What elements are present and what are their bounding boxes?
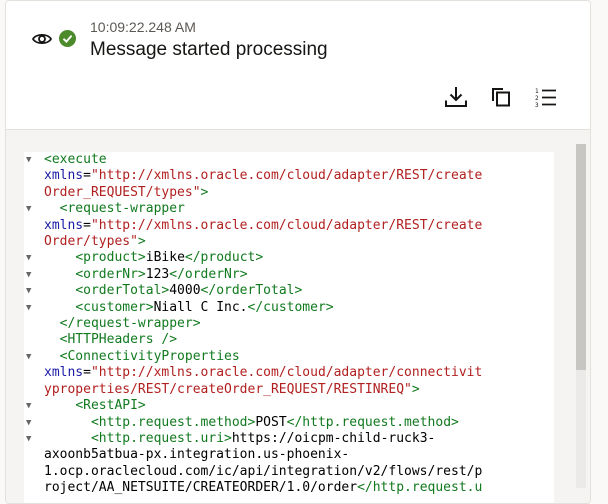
xml-payload-viewer[interactable]: ▼ <execute xmlns="http://xmlns.oracle.com/…: [24, 152, 554, 503]
code-line: ▼ <customer>Niall C Inc.</customer>: [26, 299, 334, 316]
fold-toggle-icon[interactable]: ▼: [26, 349, 36, 365]
fold-toggle-icon[interactable]: ▼: [26, 431, 36, 447]
download-icon[interactable]: [443, 85, 469, 109]
code-line: ▼ <http.request.method>POST</http.reques…: [26, 414, 459, 431]
code-line: ▼ <execute: [26, 152, 107, 168]
line-numbers-icon[interactable]: 1 2 3: [533, 85, 559, 109]
code-line: <HTTPHeaders />: [59, 332, 178, 348]
code-line: Order/types">: [44, 234, 146, 250]
fold-toggle-icon[interactable]: ▼: [26, 267, 36, 283]
code-line: ▼ <ConnectivityProperties: [26, 348, 240, 365]
code-line: ▼ <orderNr>123</orderNr>: [26, 266, 248, 283]
code-line: axoonb5atbua-px.integration.us-phoenix-: [44, 447, 350, 463]
payload-area: ▼ <execute xmlns="http://xmlns.oracle.com/…: [6, 130, 590, 503]
message-timestamp: 10:09:22.248 AM: [90, 19, 196, 35]
svg-text:2: 2: [535, 95, 539, 102]
code-line: ▼ <http.request.uri>https://oicpm-child-…: [26, 430, 436, 447]
copy-icon[interactable]: [488, 85, 514, 109]
code-line: ▼ <request-wrapper: [26, 201, 185, 217]
code-line: xmlns="http://xmlns.oracle.com/cloud/ada…: [44, 217, 483, 233]
fold-toggle-icon[interactable]: ▼: [26, 415, 36, 431]
fold-toggle-icon[interactable]: ▼: [26, 201, 36, 217]
svg-text:1: 1: [535, 88, 539, 95]
code-line: yproperties/REST/createOrder_REQUEST/RES…: [44, 381, 420, 397]
svg-text:3: 3: [535, 102, 539, 109]
code-line: roject/AA_NETSUITE/CREATEORDER/1.0/order…: [44, 480, 483, 496]
fold-toggle-icon[interactable]: ▼: [26, 250, 36, 266]
code-line: </request-wrapper>: [59, 316, 201, 332]
fold-toggle-icon[interactable]: ▼: [26, 398, 36, 414]
message-header: 10:09:22.248 AM Message started processi…: [6, 1, 590, 130]
code-line: ▼ <RestAPI>: [26, 398, 146, 414]
fold-toggle-icon[interactable]: ▼: [26, 283, 36, 299]
code-line: ▼ <orderTotal>4000</orderTotal>: [26, 283, 303, 299]
success-check-icon: [59, 30, 76, 47]
fold-toggle-icon[interactable]: ▼: [26, 152, 36, 168]
scrollbar-thumb[interactable]: [576, 144, 586, 370]
fold-toggle-icon[interactable]: ▼: [26, 300, 36, 316]
eye-icon[interactable]: [32, 30, 52, 48]
code-line: xmlns="http://xmlns.oracle.com/cloud/ada…: [44, 365, 483, 381]
vertical-scrollbar[interactable]: [576, 144, 586, 488]
code-line: 1.ocp.oraclecloud.com/ic/api/integration…: [44, 463, 483, 479]
message-title: Message started processing: [90, 39, 328, 60]
activity-panel: 10:09:22.248 AM Message started processi…: [5, 0, 591, 504]
code-line: Order_REQUEST/types">: [44, 184, 209, 200]
code-line: xmlns="http://xmlns.oracle.com/cloud/ada…: [44, 168, 483, 184]
code-line: ▼ <product>iBike</product>: [26, 250, 264, 266]
